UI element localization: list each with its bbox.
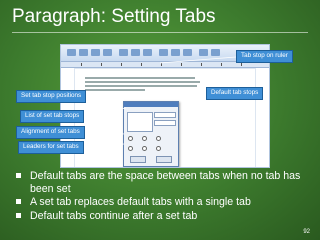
alignment-option (142, 136, 147, 141)
cancel-button (156, 156, 172, 163)
title-divider (12, 32, 308, 33)
alignment-option (156, 136, 161, 141)
list-item: Default tabs are the space between tabs … (16, 170, 308, 195)
default-tab-stops-field (154, 112, 176, 118)
callout-alignment-of-set-tabs: Alignment of set tabs (16, 126, 85, 139)
ok-button (130, 156, 146, 163)
square-bullet-icon (16, 212, 21, 218)
leader-option (142, 146, 147, 151)
square-bullet-icon (16, 173, 21, 178)
list-item: A set tab replaces default tabs with a s… (16, 196, 308, 209)
list-item: Default tabs continue after a set tab (16, 210, 308, 223)
bullet-list: Default tabs are the space between tabs … (16, 170, 308, 223)
tab-position-field (154, 120, 176, 126)
alignment-option (128, 136, 133, 141)
bullet-text: A set tab replaces default tabs with a s… (30, 196, 251, 208)
callout-tab-stop-on-ruler: Tab stop on ruler (236, 50, 293, 63)
leader-option (156, 146, 161, 151)
leader-option (128, 146, 133, 151)
callout-list-of-set-tab-stops: List of set tab stops (20, 110, 85, 123)
bullet-text: Default tabs continue after a set tab (30, 209, 198, 222)
tabs-dialog (123, 101, 179, 167)
callout-leaders-for-set-tabs: Leaders for set tabs (18, 141, 84, 154)
slide-title: Paragraph: Setting Tabs (12, 6, 216, 27)
dialog-title-bar (124, 102, 178, 107)
slide-number: 92 (303, 229, 310, 235)
callout-default-tab-stops: Default tab stops (206, 87, 264, 100)
bullet-text: Default tabs are the space between tabs … (30, 170, 301, 195)
callout-set-tab-stop-positions: Set tab stop positions (16, 90, 87, 103)
tab-stop-list (127, 112, 153, 132)
square-bullet-icon (16, 199, 21, 204)
